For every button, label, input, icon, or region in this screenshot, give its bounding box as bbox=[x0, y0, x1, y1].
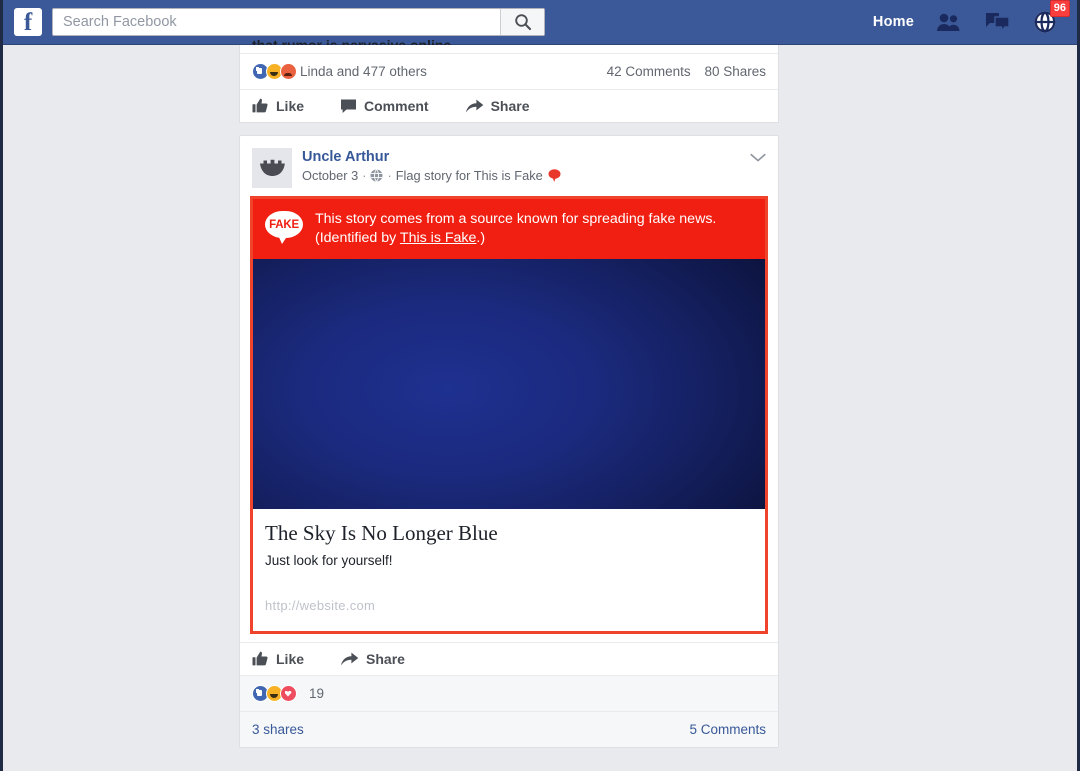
fake-warning-line1: This story comes from a source known for… bbox=[315, 211, 717, 227]
like-button[interactable]: Like bbox=[252, 651, 304, 667]
comment-bubble-icon bbox=[340, 98, 357, 114]
post-engagement-meta: 42 Comments 80 Shares bbox=[597, 64, 766, 79]
facebook-logo-letter: f bbox=[23, 9, 33, 36]
messages-button[interactable] bbox=[984, 12, 1010, 33]
fake-badge: FAKE bbox=[265, 211, 303, 245]
reaction-love-icon bbox=[280, 685, 297, 702]
post-flag-text[interactable]: Flag story for This is Fake bbox=[396, 168, 543, 183]
facebook-logo[interactable]: f bbox=[14, 8, 42, 36]
fake-badge-label: FAKE bbox=[265, 211, 303, 238]
post-cut-text: that rumor is pervasive online bbox=[252, 37, 452, 45]
thumbs-up-icon bbox=[252, 98, 269, 114]
facebook-page: f Home bbox=[0, 0, 1080, 771]
share-arrow-icon bbox=[340, 651, 359, 667]
fake-flag-icon bbox=[548, 169, 561, 182]
news-feed: that rumor is pervasive online Linda and… bbox=[239, 37, 779, 760]
link-preview-title[interactable]: The Sky Is No Longer Blue bbox=[265, 521, 753, 546]
link-preview-image[interactable] bbox=[253, 259, 765, 509]
share-button-label: Share bbox=[490, 98, 530, 114]
search-icon bbox=[514, 14, 531, 31]
like-button-label: Like bbox=[276, 98, 305, 114]
messages-icon bbox=[985, 12, 1010, 32]
footer-shares-count[interactable]: 3 shares bbox=[252, 722, 304, 737]
post-header-text: Uncle Arthur October 3 · · Flag story fo… bbox=[302, 148, 562, 188]
share-button[interactable]: Share bbox=[465, 98, 530, 114]
post-action-row: Like Comment Share bbox=[240, 89, 778, 122]
post-date[interactable]: October 3 bbox=[302, 168, 358, 183]
comments-count[interactable]: 42 Comments bbox=[607, 64, 691, 79]
reaction-total-count[interactable]: 19 bbox=[309, 686, 324, 701]
footer-comments-count[interactable]: 5 Comments bbox=[689, 722, 766, 737]
reaction-icons[interactable] bbox=[252, 685, 297, 702]
chevron-down-icon bbox=[750, 153, 766, 162]
notifications-badge: 96 bbox=[1049, 0, 1070, 17]
post-author-name[interactable]: Uncle Arthur bbox=[302, 149, 562, 165]
reaction-icons[interactable] bbox=[252, 63, 297, 80]
globe-icon bbox=[370, 169, 383, 182]
fake-news-warning-banner: FAKE This story comes from a source know… bbox=[253, 199, 765, 259]
search-input[interactable] bbox=[53, 9, 500, 35]
fake-warning-text: This story comes from a source known for… bbox=[315, 210, 716, 248]
search-bar[interactable] bbox=[52, 8, 545, 36]
comment-button[interactable]: Comment bbox=[340, 98, 429, 114]
fake-warning-line2: (Identified by This is Fake.) bbox=[315, 229, 716, 248]
feed-post-fake-news: Uncle Arthur October 3 · · Flag story fo… bbox=[239, 135, 779, 748]
link-preview-url: http://website.com bbox=[265, 598, 376, 613]
fake-post-footer-row: 3 shares 5 Comments bbox=[240, 711, 778, 747]
meta-separator-2: · bbox=[387, 168, 392, 183]
feed-post-partial: that rumor is pervasive online Linda and… bbox=[239, 37, 779, 123]
fake-warning-suffix: .) bbox=[476, 230, 486, 246]
link-preview-body[interactable]: The Sky Is No Longer Blue Just look for … bbox=[253, 509, 765, 631]
search-button[interactable] bbox=[500, 9, 544, 35]
post-reactions-summary: Linda and 477 others 42 Comments 80 Shar… bbox=[240, 53, 778, 89]
navbar-right-group: Home 96 bbox=[873, 0, 1077, 45]
like-button[interactable]: Like bbox=[252, 98, 304, 114]
reaction-angry-icon bbox=[280, 63, 297, 80]
nav-home-link[interactable]: Home bbox=[873, 14, 914, 30]
friend-requests-icon bbox=[937, 13, 960, 31]
post-meta: October 3 · · Flag story for This is Fak… bbox=[302, 168, 562, 183]
comment-button-label: Comment bbox=[364, 98, 429, 114]
link-preview-description: Just look for yourself! bbox=[265, 553, 393, 568]
share-arrow-icon bbox=[465, 98, 484, 114]
fake-post-action-row: Like Share bbox=[240, 642, 778, 675]
avatar[interactable] bbox=[252, 148, 292, 188]
like-button-label: Like bbox=[276, 651, 305, 667]
fake-news-attachment: FAKE This story comes from a source know… bbox=[250, 196, 768, 634]
fake-warning-prefix: (Identified by bbox=[315, 230, 400, 246]
reaction-count-label[interactable]: Linda and 477 others bbox=[300, 64, 427, 79]
post-options-button[interactable] bbox=[750, 150, 766, 168]
share-button[interactable]: Share bbox=[340, 651, 405, 667]
post-header: Uncle Arthur October 3 · · Flag story fo… bbox=[240, 136, 778, 196]
fake-badge-tail bbox=[278, 235, 288, 244]
notifications-button[interactable]: 96 bbox=[1032, 0, 1070, 35]
shares-count[interactable]: 80 Shares bbox=[704, 64, 766, 79]
share-button-label: Share bbox=[366, 651, 405, 667]
crown-avatar-icon bbox=[259, 159, 285, 176]
fake-post-reactions-row: 19 bbox=[240, 675, 778, 711]
thumbs-up-icon bbox=[252, 651, 269, 667]
meta-separator-1: · bbox=[362, 168, 367, 183]
friend-requests-button[interactable] bbox=[936, 12, 962, 32]
this-is-fake-link[interactable]: This is Fake bbox=[400, 230, 476, 246]
